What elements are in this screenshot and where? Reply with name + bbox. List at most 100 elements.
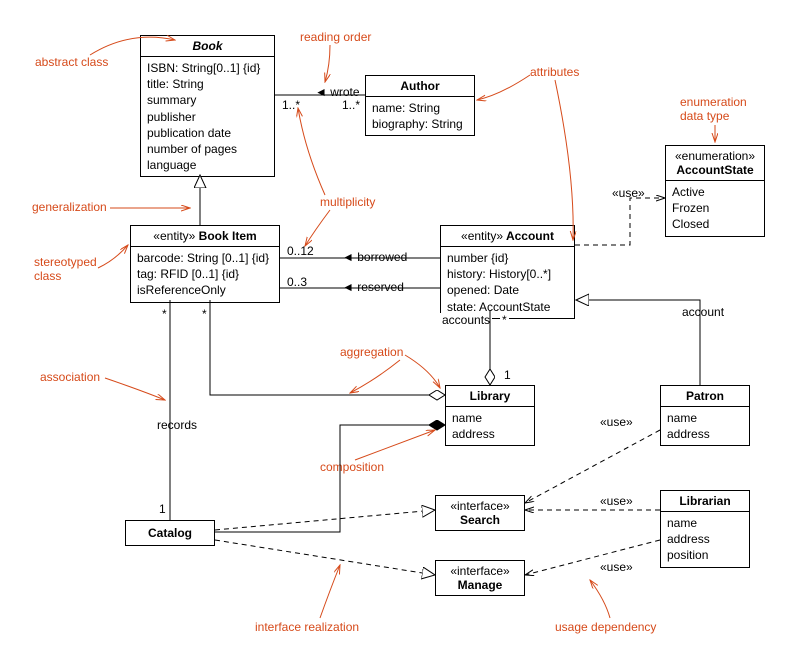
- class-body: Active Frozen Closed: [666, 181, 764, 236]
- anno-enumeration: enumeration data type: [680, 95, 747, 123]
- class-author: Author name: String biography: String: [365, 75, 475, 136]
- anno-attributes: attributes: [530, 65, 579, 79]
- attr: tag: RFID [0..1] {id}: [137, 266, 273, 282]
- class-title: «enumeration» AccountState: [666, 146, 764, 181]
- anno-composition: composition: [320, 460, 384, 474]
- attr: position: [667, 547, 743, 563]
- title-text: Account: [506, 229, 554, 243]
- attr: address: [452, 426, 528, 442]
- anno-interface-realization: interface realization: [255, 620, 359, 634]
- anno-association: association: [40, 370, 100, 384]
- literal: Frozen: [672, 200, 758, 216]
- anno-stereotyped: stereotyped class: [34, 255, 97, 283]
- mult-star-catalog: *: [160, 307, 169, 321]
- edge-use-patron-search: [525, 430, 660, 503]
- anno-arrow-attrs1: [477, 75, 530, 100]
- attr: address: [667, 426, 743, 442]
- attr: number {id}: [447, 250, 568, 266]
- assoc-label-reserved: ◄ reserved: [340, 280, 406, 294]
- mult-star-accounts: *: [500, 313, 509, 327]
- title-text: Search: [436, 513, 524, 527]
- attr: language: [147, 157, 268, 173]
- anno-generalization: generalization: [32, 200, 107, 214]
- class-body: name: String biography: String: [366, 97, 474, 135]
- use-label-4: «use»: [598, 560, 635, 574]
- attr: history: History[0..*]: [447, 266, 568, 282]
- edge-use-accountstate: [575, 198, 665, 245]
- anno-arrow-comp: [355, 430, 435, 460]
- mult-one-lib: 1: [502, 368, 513, 382]
- attr: ISBN: String[0..1] {id}: [147, 60, 268, 76]
- literal: Active: [672, 184, 758, 200]
- class-title: Book: [141, 36, 274, 57]
- role-account: account: [680, 305, 726, 319]
- assoc-label-borrowed: ◄ borrowed: [340, 250, 409, 264]
- class-title: Library: [446, 386, 534, 407]
- class-body: name address: [446, 407, 534, 445]
- attr: name: [667, 410, 743, 426]
- anno-arrow-agg2: [350, 360, 400, 393]
- attr: biography: String: [372, 116, 468, 132]
- attr: name: [452, 410, 528, 426]
- use-label-2: «use»: [598, 415, 635, 429]
- anno-arrow-attrs2: [555, 80, 573, 240]
- attr: publisher: [147, 109, 268, 125]
- class-book: Book ISBN: String[0..1] {id} title: Stri…: [140, 35, 275, 177]
- class-library: Library name address: [445, 385, 535, 446]
- anno-arrow-stereo: [98, 245, 128, 268]
- mult-author-right: 1..*: [340, 98, 362, 112]
- attr: title: String: [147, 76, 268, 92]
- anno-arrow-usage: [590, 580, 610, 618]
- edge-realize-search: [215, 510, 435, 530]
- anno-aggregation: aggregation: [340, 345, 403, 359]
- anno-abstract-class: abstract class: [35, 55, 108, 69]
- class-title: Librarian: [661, 491, 749, 512]
- mult-borrowed: 0..12: [285, 244, 316, 258]
- use-label-1: «use»: [610, 186, 647, 200]
- mult-star-lib: *: [200, 307, 209, 321]
- title-text: Manage: [436, 578, 524, 592]
- class-librarian: Librarian name address position: [660, 490, 750, 568]
- stereotype: «interface»: [436, 564, 524, 578]
- stereotype: «entity»: [461, 229, 503, 243]
- class-body: barcode: String [0..1] {id} tag: RFID [0…: [131, 247, 279, 302]
- mult-one-catalog: 1: [157, 502, 168, 516]
- title-text: Catalog: [148, 526, 192, 540]
- attr: number of pages: [147, 141, 268, 157]
- edge-aggregation-lib-bookitem: [210, 300, 444, 395]
- anno-arrow-realize: [320, 565, 340, 618]
- mult-author-left: 1..*: [280, 98, 302, 112]
- edge-composition: [215, 425, 444, 532]
- edge-use-librarian-manage: [525, 540, 660, 575]
- class-title: Patron: [661, 386, 749, 407]
- class-title: «entity» Book Item: [131, 226, 279, 247]
- anno-reading-order: reading order: [300, 30, 371, 44]
- class-manage: «interface» Manage: [435, 560, 525, 596]
- use-label-3: «use»: [598, 494, 635, 508]
- class-search: «interface» Search: [435, 495, 525, 531]
- attr: summary: [147, 92, 268, 108]
- anno-arrow-reading: [325, 45, 330, 82]
- stereotype: «entity»: [153, 229, 195, 243]
- assoc-label-wrote: ◄ wrote: [313, 85, 362, 99]
- attr: barcode: String [0..1] {id}: [137, 250, 273, 266]
- stereotype: «enumeration»: [672, 149, 758, 163]
- class-catalog: Catalog: [125, 520, 215, 546]
- attr: name: [667, 515, 743, 531]
- anno-usage-dependency: usage dependency: [555, 620, 656, 634]
- title-text: Book Item: [199, 229, 257, 243]
- title-text: AccountState: [672, 163, 758, 177]
- attr: isReferenceOnly: [137, 282, 273, 298]
- anno-arrow-mult2: [305, 210, 330, 246]
- class-body: number {id} history: History[0..*] opene…: [441, 247, 574, 318]
- attr: address: [667, 531, 743, 547]
- class-account: «entity» Account number {id} history: Hi…: [440, 225, 575, 319]
- anno-multiplicity: multiplicity: [320, 195, 375, 209]
- anno-arrow-mult1: [298, 108, 325, 195]
- mult-reserved: 0..3: [285, 275, 309, 289]
- class-body: name address: [661, 407, 749, 445]
- stereotype: «interface»: [436, 499, 524, 513]
- class-patron: Patron name address: [660, 385, 750, 446]
- literal: Closed: [672, 216, 758, 232]
- attr: opened: Date: [447, 282, 568, 298]
